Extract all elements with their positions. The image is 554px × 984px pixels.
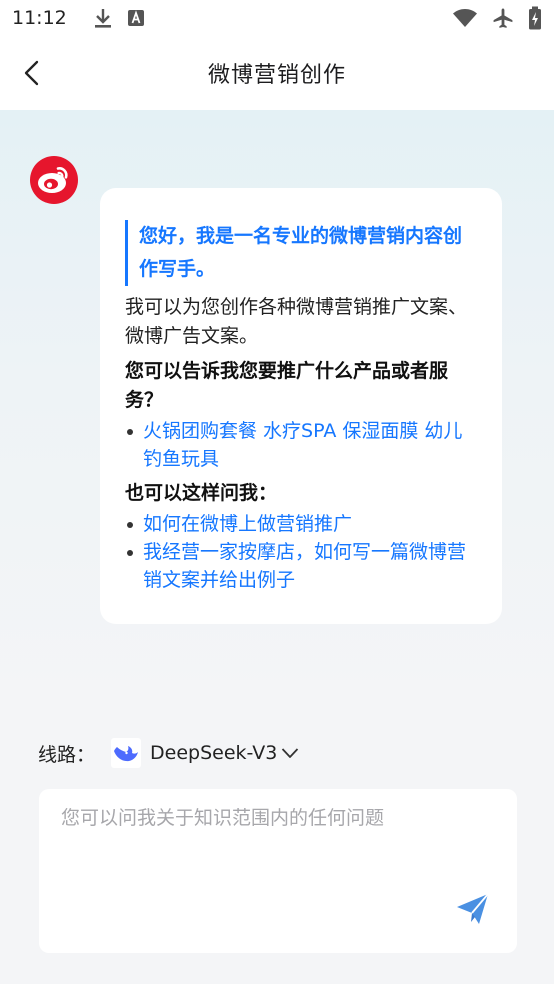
bot-message-bubble: 您好，我是一名专业的微博营销内容创作写手。 我可以为您创作各种微博营销推广文案、… [100,188,502,624]
status-time: 11:12 [12,7,67,29]
product-example-item[interactable]: 火锅团购套餐 水疗SPA 保湿面膜 幼儿钓鱼玩具 [125,417,476,473]
back-icon[interactable] [18,58,48,88]
send-icon[interactable] [455,891,491,927]
weibo-logo-icon [30,156,78,204]
bot-intro: 您好，我是一名专业的微博营销内容创作写手。 [125,220,476,286]
keyboard-a-icon [127,9,145,27]
status-right [438,0,542,36]
question-example-item[interactable]: 如何在微博上做营销推广 [125,510,476,538]
bot-description: 我可以为您创作各种微博营销推广文案、微博广告文案。 [125,296,468,347]
deepseek-whale-icon [111,738,142,768]
model-name: DeepSeek-V3 [150,742,278,764]
route-row: 线路： DeepSeek-V3 [38,734,299,772]
battery-charging-icon [528,6,542,30]
chevron-down-icon [281,747,299,759]
prompt-products: 您可以告诉我您要推广什么产品或者服务？ [125,360,449,411]
chat-input-box [39,789,517,953]
product-example-list: 火锅团购套餐 水疗SPA 保湿面膜 幼儿钓鱼玩具 [125,417,476,473]
route-label: 线路： [38,743,96,766]
chat-input[interactable] [39,789,517,953]
airplane-mode-icon [492,7,514,29]
chat-area: 您好，我是一名专业的微博营销内容创作写手。 我可以为您创作各种微博营销推广文案、… [0,110,554,710]
page-title: 微博营销创作 [207,63,346,88]
status-bar: 11:12 [0,0,554,36]
question-example-list: 如何在微博上做营销推广 我经营一家按摩店，如何写一篇微博营销文案并给出例子 [125,510,476,594]
question-example-item[interactable]: 我经营一家按摩店，如何写一篇微博营销文案并给出例子 [125,538,476,594]
model-selector[interactable]: DeepSeek-V3 [111,738,299,768]
app-header: 微博营销创作 [0,36,554,110]
download-icon [93,7,113,29]
wifi-icon [452,8,478,28]
prompt-questions: 也可以这样问我： [125,482,278,504]
